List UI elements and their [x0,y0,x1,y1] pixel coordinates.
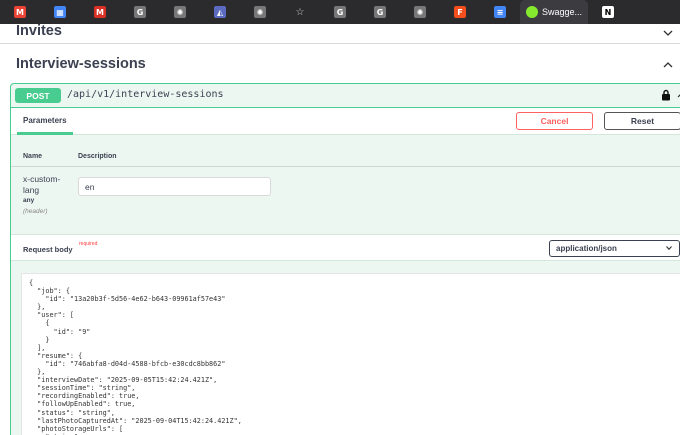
tab-active-indicator [17,132,73,135]
section-title-invites: Invites [16,24,62,39]
tab-parameters[interactable]: Parameters [23,116,67,125]
browser-tab[interactable]: ▦ [40,0,80,24]
request-body-editor[interactable]: { "job": { "id": "13a20b3f-5d56-4e62-b64… [21,273,680,435]
browser-tab[interactable]: ✺ [400,0,440,24]
x-custom-lang-input[interactable]: en [78,177,271,196]
browser-tab[interactable]: F [440,0,480,24]
chevron-down-icon [666,246,672,250]
browser-tab[interactable]: M [80,0,120,24]
docs-icon: ≡ [494,6,506,18]
request-body-title: Request body [23,245,73,254]
lock-icon[interactable] [661,89,671,101]
openai-icon: ✺ [174,6,186,18]
openai-icon: ✺ [414,6,426,18]
notion-icon: N [602,6,614,18]
swagger-icon [526,6,538,18]
chevron-down-icon[interactable] [662,27,674,39]
chevron-up-icon[interactable] [662,59,674,71]
star-icon: ☆ [295,6,305,18]
operation-summary[interactable]: POST /api/v1/interview-sessions [11,84,680,108]
browser-tab[interactable]: ✺ [240,0,280,24]
browser-tab[interactable]: G [360,0,400,24]
grammarly-icon: G [334,6,346,18]
browser-tab[interactable]: ◭ [200,0,240,24]
reset-button[interactable]: Reset [604,112,680,130]
calendar-icon: ▦ [54,6,66,18]
browser-tab[interactable]: G [120,0,160,24]
browser-tab[interactable]: ≡ [480,0,520,24]
column-header-description: Description [78,153,117,160]
openai-icon: ✺ [254,6,266,18]
divider [11,166,680,167]
browser-tab-active[interactable]: Swagge... [520,0,588,24]
grammarly-icon: G [374,6,386,18]
browser-tab[interactable]: ✺ [160,0,200,24]
required-label: required [79,241,98,247]
browser-tab[interactable]: ☆ [280,0,320,24]
content-type-select[interactable]: application/json [549,240,680,257]
gmail-icon: M [14,6,26,18]
content-type-value: application/json [556,244,617,253]
analytics-icon: ◭ [214,6,226,18]
section-invites[interactable]: Invites [0,24,680,44]
browser-tab[interactable]: G [320,0,360,24]
parameter-type: any [23,197,35,204]
section-interview-sessions[interactable]: Interview-sessions [0,44,680,80]
browser-tab[interactable]: M [0,0,40,24]
parameter-location: (header) [23,208,48,215]
column-header-name: Name [23,153,43,160]
grammarly-icon: G [134,6,146,18]
request-body-json: { "job": { "id": "13a20b3f-5d56-4e62-b64… [29,279,242,435]
parameter-name: x-custom-lang [23,174,61,195]
endpoint-path: /api/v1/interview-sessions [67,89,224,100]
browser-tab[interactable]: N [588,0,628,24]
section-title-interview-sessions: Interview-sessions [16,56,146,72]
active-tab-title: Swagge... [542,7,583,17]
method-badge: POST [15,88,61,103]
operation-block-post: POST /api/v1/interview-sessions Paramete… [10,83,680,435]
swagger-page: Invites Interview-sessions POST /api/v1/… [0,24,680,435]
request-body-header: Request body required application/json [11,234,680,261]
browser-tab-bar: M ▦ M G ✺ ◭ ✺ ☆ G G ✺ F ≡ Swagge... N [0,0,680,24]
cancel-button[interactable]: Cancel [516,112,593,130]
gmail-icon: M [94,6,106,18]
figma-icon: F [454,6,466,18]
